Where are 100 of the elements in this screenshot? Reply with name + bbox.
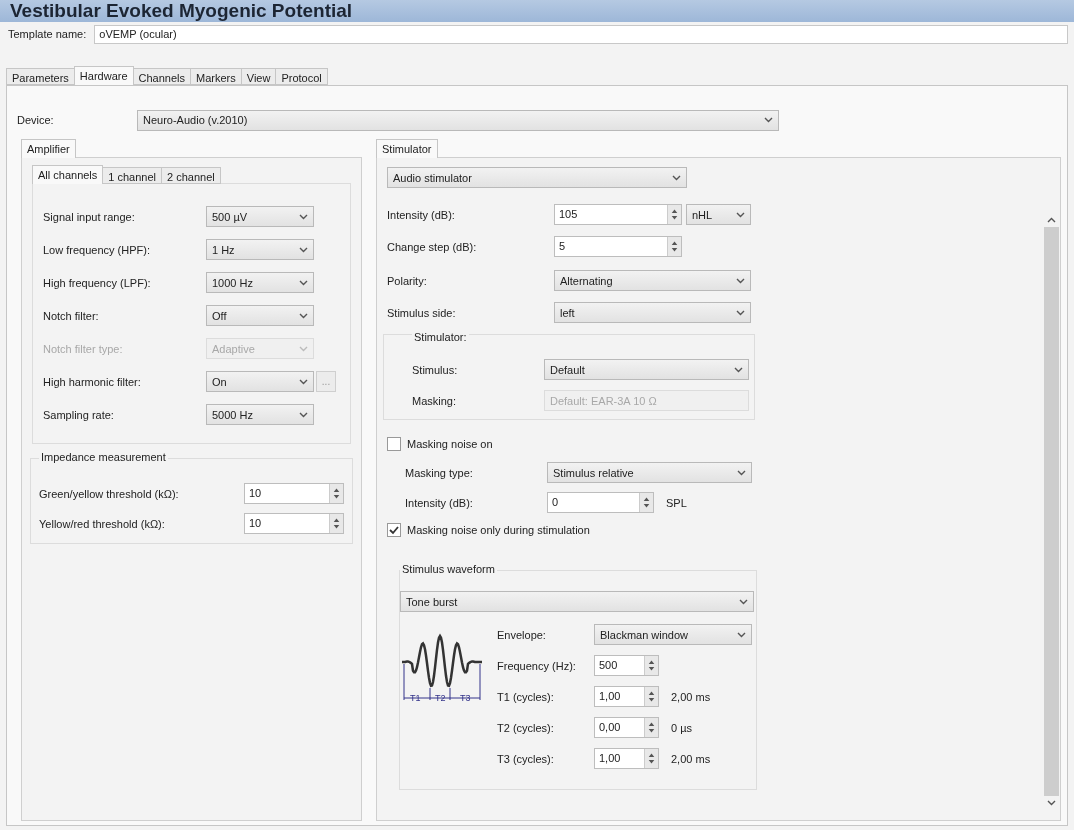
- dropdown[interactable]: 1 Hz: [206, 239, 314, 260]
- spinner-icon: [667, 205, 681, 224]
- spinner-icon: [644, 687, 658, 706]
- tab[interactable]: Markers: [190, 68, 242, 85]
- spinner-icon: [644, 718, 658, 737]
- tab[interactable]: 2 channel: [161, 167, 221, 184]
- number-field[interactable]: 0,00: [594, 717, 659, 738]
- template-name-field[interactable]: oVEMP (ocular): [94, 24, 1068, 44]
- checkbox-label: Masking noise only during stimulation: [407, 524, 590, 536]
- chevron-down-icon: [739, 598, 748, 605]
- field-label: Green/yellow threshold (kΩ):: [39, 487, 179, 500]
- duration-reading: 2,00 ms: [671, 752, 711, 765]
- chevron-down-icon: [734, 366, 743, 373]
- spinner-icon: [644, 656, 658, 675]
- group-title: Stimulator:: [412, 331, 469, 343]
- field-label: Intensity (dB):: [405, 496, 473, 509]
- chevron-down-icon: [737, 631, 746, 638]
- chevron-down-icon: [299, 378, 308, 385]
- number-field[interactable]: 105: [554, 204, 682, 225]
- spinner-icon: [667, 237, 681, 256]
- field-label: Device:: [17, 114, 54, 126]
- field-label: Intensity (dB):: [387, 208, 455, 221]
- chevron-down-icon: [736, 211, 745, 218]
- number-field[interactable]: 1,00: [594, 686, 659, 707]
- dropdown[interactable]: 1000 Hz: [206, 272, 314, 293]
- tab[interactable]: Parameters: [6, 68, 75, 85]
- tab[interactable]: Channels: [132, 68, 192, 85]
- chevron-down-icon: [299, 411, 308, 418]
- tab[interactable]: Hardware: [73, 66, 134, 85]
- chevron-down-icon: [299, 246, 308, 253]
- field-label: Envelope:: [497, 628, 546, 641]
- chevron-down-icon: [299, 279, 308, 286]
- checkbox[interactable]: [387, 437, 401, 451]
- spinner-icon: [329, 514, 343, 533]
- tab[interactable]: View: [240, 68, 277, 85]
- chevron-down-icon: [299, 312, 308, 319]
- duration-reading: 0 µs: [671, 721, 692, 734]
- number-field[interactable]: 5: [554, 236, 682, 257]
- field-label: High frequency (LPF):: [43, 276, 151, 289]
- field-label: Template name:: [8, 28, 87, 40]
- tab[interactable]: Stimulator: [376, 139, 438, 158]
- field-label: Signal input range:: [43, 210, 135, 223]
- chevron-down-icon: [299, 345, 308, 352]
- spinner-icon: [639, 493, 653, 512]
- checkbox-label: Masking noise on: [407, 438, 493, 450]
- number-field[interactable]: 10: [244, 513, 344, 534]
- dropdown[interactable]: 5000 Hz: [206, 404, 314, 425]
- field-label: Masking:: [412, 394, 457, 407]
- field-label: Yellow/red threshold (kΩ):: [39, 517, 165, 530]
- field-label: T3 (cycles):: [497, 752, 554, 765]
- field-label: Notch filter type:: [43, 342, 123, 355]
- number-field[interactable]: 1,00: [594, 748, 659, 769]
- field-label: Change step (dB):: [387, 240, 477, 253]
- field-label: Low frequency (HPF):: [43, 243, 150, 256]
- dropdown[interactable]: left: [554, 302, 751, 323]
- device-dropdown[interactable]: Neuro-Audio (v.2010): [137, 109, 779, 131]
- number-field[interactable]: 500: [594, 655, 659, 676]
- chevron-down-icon: [672, 174, 681, 181]
- masking-field: Default: EAR-3A 10 Ω: [544, 390, 749, 411]
- chevron-down-icon: [299, 213, 308, 220]
- unit-label: SPL: [666, 496, 687, 509]
- field-label: Frequency (Hz):: [497, 659, 576, 672]
- waveform-dropdown[interactable]: Tone burst: [400, 591, 754, 612]
- dropdown[interactable]: Alternating: [554, 270, 751, 291]
- spinner-icon: [329, 484, 343, 503]
- scrollbar[interactable]: [1043, 217, 1060, 806]
- scroll-up-icon[interactable]: [1047, 217, 1056, 223]
- field-label: Masking type:: [405, 466, 473, 479]
- field-label: Sampling rate:: [43, 408, 114, 421]
- duration-reading: 2,00 ms: [671, 690, 711, 703]
- chevron-down-icon: [764, 117, 773, 123]
- tab[interactable]: Protocol: [275, 68, 328, 85]
- field-label: Stimulus side:: [387, 306, 456, 319]
- number-field[interactable]: 10: [244, 483, 344, 504]
- field-label: T1 (cycles):: [497, 690, 554, 703]
- group-title: Stimulus waveform: [400, 563, 497, 575]
- checkbox[interactable]: [387, 523, 401, 537]
- unit-dropdown[interactable]: nHL: [686, 204, 751, 225]
- field-label: Polarity:: [387, 274, 427, 287]
- number-field[interactable]: 0: [547, 492, 654, 513]
- dropdown[interactable]: Default: [544, 359, 749, 380]
- tab[interactable]: Amplifier: [21, 139, 76, 158]
- dropdown[interactable]: Blackman window: [594, 624, 752, 645]
- tab[interactable]: 1 channel: [102, 167, 163, 184]
- waveform-drawing: T1 T2 T3: [400, 624, 486, 704]
- dropdown[interactable]: On: [206, 371, 314, 392]
- spinner-icon: [644, 749, 658, 768]
- group-title: Impedance measurement: [39, 451, 168, 463]
- stimulator-type-dropdown[interactable]: Audio stimulator: [387, 167, 687, 188]
- chevron-down-icon: [737, 469, 746, 476]
- tab[interactable]: All channels: [32, 165, 104, 184]
- dropdown[interactable]: 500 µV: [206, 206, 314, 227]
- field-label: T2 (cycles):: [497, 721, 554, 734]
- chevron-down-icon: [1047, 800, 1056, 806]
- dropdown[interactable]: Stimulus relative: [547, 462, 752, 483]
- dropdown[interactable]: Off: [206, 305, 314, 326]
- field-label: Stimulus:: [412, 363, 458, 376]
- chevron-down-icon: [736, 309, 745, 316]
- field-label: Notch filter:: [43, 309, 99, 322]
- chevron-down-icon: [736, 277, 745, 284]
